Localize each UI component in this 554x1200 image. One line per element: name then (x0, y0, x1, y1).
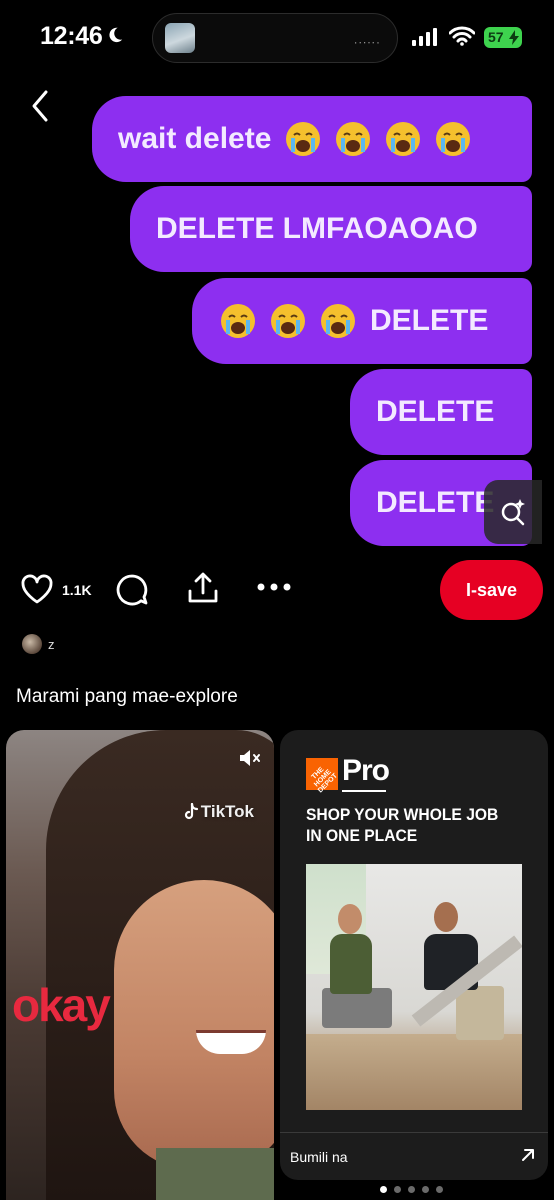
pager-dot[interactable] (380, 1186, 387, 1193)
chat-bubble: DELETE (192, 278, 532, 364)
status-bar: 12:46 ·∙∙∙∙· 57 (0, 0, 554, 76)
battery-icon: 57 (484, 27, 522, 48)
chat-bubble: wait delete (92, 96, 532, 182)
pager-dot[interactable] (422, 1186, 429, 1193)
visual-search-button[interactable] (484, 480, 542, 544)
crying-face-emoji-icon (286, 122, 321, 156)
back-arrow-icon[interactable] (24, 88, 60, 124)
visual-search-icon (501, 499, 525, 526)
crying-face-emoji-icon (221, 304, 255, 338)
ad-brand: Pro (342, 754, 390, 787)
heart-icon[interactable] (20, 574, 54, 604)
battery-level: 57 (488, 29, 504, 45)
share-icon[interactable] (186, 571, 220, 605)
external-link-arrow-icon[interactable] (520, 1147, 536, 1163)
more-options-icon[interactable] (256, 582, 292, 592)
chat-bubble: DELETE (350, 369, 532, 455)
chat-bubble-text: DELETE (370, 304, 489, 337)
dynamic-island[interactable]: ·∙∙∙∙· (152, 13, 398, 63)
crying-face-emoji-icon (321, 304, 355, 338)
chat-bubble-text: DELETE LMFAOAOAO (156, 212, 478, 245)
ad-cta-label[interactable]: Bumili na (290, 1149, 348, 1165)
crying-face-emoji-icon (386, 122, 421, 156)
explore-heading: Marami pang mae-explore (16, 686, 238, 707)
ad-headline: SHOP YOUR WHOLE JOB IN ONE PLACE (306, 805, 499, 845)
crying-face-emoji-icon (271, 304, 305, 338)
crying-face-emoji-icon (336, 122, 371, 156)
home-depot-logo-icon: THE HOME DEPOT (306, 758, 339, 794)
chat-bubble-text: DELETE (376, 395, 495, 428)
ad-image (306, 864, 522, 1110)
chat-bubble-text: wait delete (118, 122, 272, 155)
comment-icon[interactable] (115, 573, 149, 607)
pager-dot[interactable] (436, 1186, 443, 1193)
tiktok-icon (184, 803, 198, 820)
video-pin-card[interactable]: TikTok okay (6, 730, 274, 1200)
crying-face-emoji-icon (436, 122, 471, 156)
video-overlay-text: okay (12, 979, 111, 1031)
pin-image[interactable]: wait delete DELETE LMFAOAOAO DELETE DELE… (0, 76, 554, 556)
pager-dot[interactable] (394, 1186, 401, 1193)
pin-action-bar: 1.1K I-save (0, 556, 554, 626)
chat-bubble: DELETE LMFAOAOAO (130, 186, 532, 272)
carousel-pager (380, 1186, 443, 1193)
creator-attribution[interactable]: z (22, 632, 55, 656)
now-playing-thumbnail (165, 23, 195, 53)
status-time: 12:46 (40, 22, 103, 50)
moon-icon (109, 27, 123, 43)
mute-icon[interactable] (238, 748, 262, 768)
signal-icon (412, 28, 437, 46)
tiktok-label: TikTok (200, 802, 254, 821)
creator-name[interactable]: z (48, 637, 55, 652)
save-button[interactable]: I-save (440, 560, 543, 620)
wifi-icon (449, 26, 475, 46)
pager-dot[interactable] (408, 1186, 415, 1193)
like-count: 1.1K (62, 582, 92, 598)
tiktok-watermark: TikTok (183, 802, 254, 822)
audio-wave-icon: ·∙∙∙∙· (353, 35, 381, 49)
charging-bolt-icon (509, 30, 519, 45)
avatar[interactable] (22, 634, 42, 654)
chat-bubble-text: DELETE (376, 486, 495, 519)
ad-pin-card[interactable]: THE HOME DEPOT Pro SHOP YOUR WHOLE JOB I… (280, 730, 548, 1180)
ad-cta-bar[interactable]: Bumili na (280, 1132, 548, 1180)
